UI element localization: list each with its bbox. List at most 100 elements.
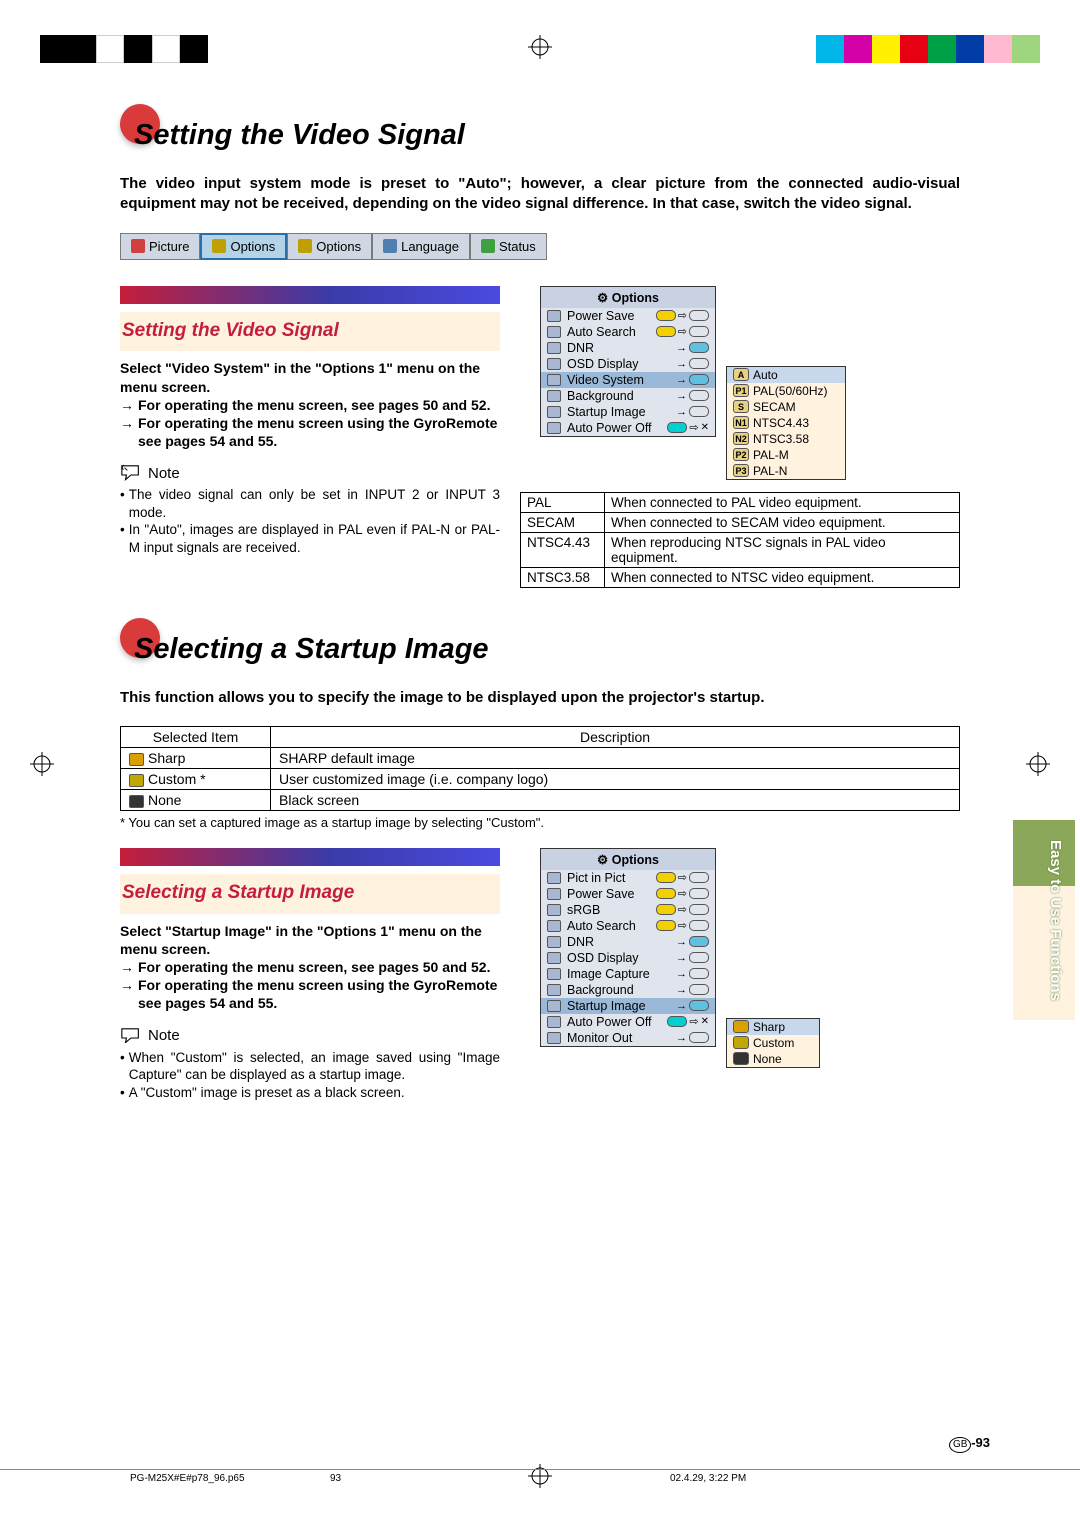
color-swatch (40, 35, 68, 63)
table-cell: When connected to PAL video equipment. (605, 492, 960, 512)
sub-menu-label: NTSC3.58 (753, 432, 809, 446)
section-title: Selecting a Startup Image (134, 633, 489, 666)
menu-tab: Language (372, 233, 470, 260)
note-icon (120, 464, 142, 482)
sub-menu-item: N1NTSC4.43 (727, 415, 845, 431)
osd-row-state: ⇨✕ (667, 1015, 709, 1028)
item-icon (129, 753, 144, 766)
sub-menu-label: Custom (753, 1036, 794, 1050)
sub-menu-label: PAL(50/60Hz) (753, 384, 827, 398)
instruction-text: For operating the menu screen, see pages… (138, 396, 490, 414)
sub-section-title: Setting the Video Signal (122, 320, 498, 342)
color-swatch (956, 35, 984, 63)
osd-row-icon (547, 872, 561, 884)
section-title: Setting the Video Signal (134, 119, 465, 152)
color-swatch (900, 35, 928, 63)
osd-row-icon (547, 1032, 561, 1044)
osd-row-label: Power Save (567, 887, 650, 901)
page-number: GB-93 (949, 1435, 990, 1453)
osd-row-icon (547, 390, 561, 402)
tab-icon (131, 239, 145, 253)
color-swatch (180, 35, 208, 63)
table-cell: NTSC3.58 (521, 567, 605, 587)
menu-tab: Options (287, 233, 372, 260)
osd-row-label: Auto Search (567, 919, 650, 933)
sub-menu-badge: P1 (733, 384, 749, 397)
osd-row-icon (547, 310, 561, 322)
osd-row-state: → (676, 358, 709, 370)
osd-options-panel: ⚙ OptionsPict in Pict ⇨Power Save ⇨sRGB … (540, 848, 716, 1047)
side-tab-label: Easy to Use Functions (1047, 840, 1064, 1001)
instruction-text: For operating the menu screen using the … (138, 976, 500, 1012)
table-cell: Sharp (121, 747, 271, 768)
table-cell: When connected to NTSC video equipment. (605, 567, 960, 587)
note-item: When "Custom" is selected, an image save… (129, 1049, 500, 1084)
osd-row-state: → (676, 1000, 709, 1012)
osd-row-icon (547, 342, 561, 354)
sub-menu-item: P2PAL-M (727, 447, 845, 463)
osd-sub-menu: AAutoP1PAL(50/60Hz)SSECAMN1NTSC4.43N2NTS… (726, 366, 846, 480)
osd-row-icon (547, 406, 561, 418)
osd-row-label: Monitor Out (567, 1031, 670, 1045)
osd-row: OSD Display → (541, 356, 715, 372)
osd-row: Auto Search ⇨ (541, 324, 715, 340)
note-item: The video signal can only be set in INPU… (129, 486, 500, 521)
osd-row: OSD Display→ (541, 950, 715, 966)
table-cell: User customized image (i.e. company logo… (271, 768, 960, 789)
note-icon (120, 1027, 142, 1045)
table-cell: SHARP default image (271, 747, 960, 768)
osd-header: ⚙ Options (541, 287, 715, 308)
osd-row-state: → (676, 390, 709, 402)
osd-row: Power Save ⇨ (541, 308, 715, 324)
osd-row: Background→ (541, 982, 715, 998)
sub-menu-label: None (753, 1052, 782, 1066)
sub-menu-item: AAuto (727, 367, 845, 383)
tab-label: Options (230, 239, 275, 254)
sub-menu-label: PAL-N (753, 464, 787, 478)
osd-row-label: Background (567, 389, 670, 403)
instruction-text: For operating the menu screen using the … (138, 414, 500, 450)
footer-page: 93 (330, 1473, 670, 1484)
registration-mark-icon (30, 752, 54, 776)
instruction-text: For operating the menu screen, see pages… (138, 958, 490, 976)
table-cell: SECAM (521, 512, 605, 532)
osd-row-icon (547, 920, 561, 932)
color-swatch (68, 35, 96, 63)
osd-row-state: → (676, 1032, 709, 1044)
osd-row: Auto Power Off ⇨✕ (541, 420, 715, 436)
osd-row-state: → (676, 936, 709, 948)
note-label: Note (148, 1027, 180, 1044)
osd-row-icon (547, 374, 561, 386)
osd-row-state: → (676, 342, 709, 354)
menu-tabs: PictureOptionsOptionsLanguageStatus (120, 233, 960, 260)
osd-sub-menu: SharpCustomNone (726, 1018, 820, 1068)
tab-label: Options (316, 239, 361, 254)
menu-tab: Picture (120, 233, 200, 260)
table-cell: None (121, 789, 271, 810)
table-cell: NTSC4.43 (521, 532, 605, 567)
gradient-bar (120, 848, 500, 866)
osd-row-state: ⇨ (656, 919, 709, 932)
signal-table: PALWhen connected to PAL video equipment… (520, 492, 960, 588)
osd-row: DNR→ (541, 934, 715, 950)
sub-menu-badge: A (733, 368, 749, 381)
osd-row-icon (547, 1000, 561, 1012)
osd-row-icon (547, 968, 561, 980)
osd-row-label: Startup Image (567, 999, 670, 1013)
osd-row: DNR→ (541, 340, 715, 356)
osd-row-label: sRGB (567, 903, 650, 917)
osd-row-icon (547, 984, 561, 996)
section-side-tab: Easy to Use Functions (1013, 820, 1075, 1020)
table-header: Selected Item (121, 726, 271, 747)
footer-file: PG-M25X#E#p78_96.p65 (130, 1473, 330, 1484)
sub-menu-badge (733, 1036, 749, 1049)
osd-row-label: Image Capture (567, 967, 670, 981)
sub-menu-badge (733, 1052, 749, 1065)
sub-section-title: Selecting a Startup Image (122, 882, 498, 904)
osd-row-label: OSD Display (567, 357, 670, 371)
sub-menu-badge: S (733, 400, 749, 413)
tab-icon (383, 239, 397, 253)
osd-row-icon (547, 904, 561, 916)
osd-row: Startup Image→ (541, 404, 715, 420)
item-icon (129, 774, 144, 787)
